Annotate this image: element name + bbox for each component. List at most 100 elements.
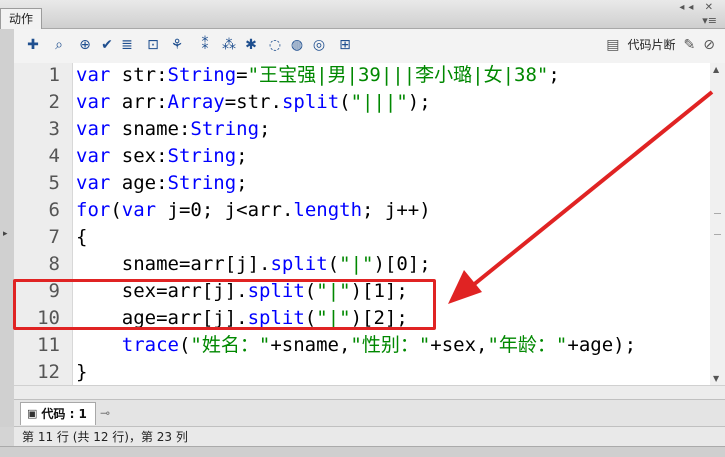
magic-wand-icon[interactable]: ✎ xyxy=(684,37,696,53)
tab-code-1-label: 代码 : 1 xyxy=(41,407,87,421)
find-icon[interactable]: ⌕ xyxy=(50,36,68,54)
debug-icon[interactable]: ⚘ xyxy=(168,36,186,54)
code-token: =str. xyxy=(224,91,282,113)
code-token: } xyxy=(76,361,88,383)
code-token: split xyxy=(270,253,328,275)
code-token: )[0]; xyxy=(373,253,431,275)
code-token: var xyxy=(76,145,111,167)
code-editor[interactable]: 1 2 3 4 5 6 7 8 9 10 11 12 var str:String="王宝强|男|39… xyxy=(14,63,711,385)
code-line[interactable]: for(var j=0; j<arr.length; j++) xyxy=(76,197,431,224)
code-token: +age); xyxy=(567,334,637,356)
snippets-area: ▤ 代码片断 ✎ ⊘ xyxy=(606,36,715,53)
script-tabs-bar: ▣ 代码 : 1 ⊸ xyxy=(14,399,725,426)
comment-line-icon[interactable]: ◍ xyxy=(288,36,306,54)
line-number: 2 xyxy=(48,91,60,113)
code-token: var xyxy=(76,91,111,113)
add-statement-icon[interactable]: ✚ xyxy=(24,36,42,54)
toolbox-collapse-strip[interactable]: ▸ xyxy=(0,29,15,427)
uncomment-icon[interactable]: ◎ xyxy=(310,36,328,54)
code-token: +sname, xyxy=(270,334,351,356)
code-token: Array xyxy=(167,91,225,113)
code-token: sname=arr[j]. xyxy=(76,253,271,275)
code-token: "王宝强|男|39|||李小璐|女|38" xyxy=(247,64,549,86)
code-token: var xyxy=(121,199,157,221)
panel-tab-actions[interactable]: 动作 xyxy=(0,8,43,29)
code-token: str: xyxy=(110,64,168,86)
collapse-braces-icon[interactable]: ⁑ xyxy=(196,36,214,54)
panel-title-bar: 动作 ◂◂ ✕ ▾≡ xyxy=(0,0,725,29)
scroll-grip[interactable] xyxy=(714,213,721,235)
line-number: 1 xyxy=(48,64,60,86)
code-token: "年龄：" xyxy=(487,334,568,356)
line-number-gutter: 1 2 3 4 5 6 7 8 9 10 11 12 xyxy=(14,63,73,385)
line-number: 3 xyxy=(48,118,60,140)
code-snippets-button[interactable]: 代码片断 xyxy=(628,36,676,53)
code-token: String xyxy=(167,145,237,167)
code-token: j=0; j<arr. xyxy=(156,199,294,221)
code-token: var xyxy=(76,118,111,140)
code-token: ; xyxy=(236,145,248,167)
pin-script-icon[interactable]: ⊸ xyxy=(100,406,110,420)
code-line[interactable]: var age:String; xyxy=(76,170,248,197)
code-token: trace xyxy=(121,334,179,356)
code-token: ( xyxy=(327,253,340,275)
code-token: ; xyxy=(548,64,560,86)
code-token: ( xyxy=(178,334,191,356)
code-token: ; j++) xyxy=(362,199,431,221)
collapse-selection-icon[interactable]: ⁂ xyxy=(220,36,238,54)
code-token: arr: xyxy=(110,91,168,113)
line-number: 5 xyxy=(48,172,60,194)
check-syntax-icon[interactable]: ✔ xyxy=(98,36,116,54)
code-token: age: xyxy=(110,172,168,194)
code-token: sname: xyxy=(110,118,191,140)
expand-arrow-icon[interactable]: ▸ xyxy=(3,229,8,239)
code-token: var xyxy=(76,64,111,86)
comment-block-icon[interactable]: ◌ xyxy=(266,36,284,54)
code-token: "性别：" xyxy=(350,334,431,356)
help-icon[interactable]: ⊘ xyxy=(703,37,715,53)
code-token: sex: xyxy=(110,145,168,167)
tab-code-1[interactable]: ▣ 代码 : 1 xyxy=(20,402,96,425)
code-line[interactable]: var str:String="王宝强|男|39|||李小璐|女|38"; xyxy=(76,63,560,89)
line-number: 7 xyxy=(48,226,60,248)
code-token: "姓名：" xyxy=(190,334,271,356)
horizontal-scrollbar[interactable] xyxy=(14,385,725,400)
code-snippets-icon[interactable]: ▤ xyxy=(606,37,619,53)
code-line[interactable]: { xyxy=(76,224,87,251)
code-token: "|||" xyxy=(350,91,408,113)
line-number: 4 xyxy=(48,145,60,167)
code-token: "|" xyxy=(339,253,374,275)
line-number: 12 xyxy=(37,361,60,383)
code-line[interactable]: trace("姓名："+sname,"性别："+sex,"年龄："+age); xyxy=(76,332,636,359)
panel-bottom-edge xyxy=(0,446,725,457)
code-line[interactable]: var arr:Array=str.split("|||"); xyxy=(76,89,431,116)
code-token: split xyxy=(281,91,340,113)
line-number: 8 xyxy=(48,253,60,275)
target-icon[interactable]: ⊕ xyxy=(76,36,94,54)
code-token: ); xyxy=(407,91,431,113)
show-toolbox-icon[interactable]: ⊞ xyxy=(336,36,354,54)
code-line[interactable]: var sex:String; xyxy=(76,143,248,170)
auto-format-icon[interactable]: ≣ xyxy=(118,36,136,54)
code-token: ( xyxy=(339,91,351,113)
panel-menu-icon[interactable]: ▾≡ xyxy=(702,14,717,27)
code-token: String xyxy=(167,64,237,86)
expand-all-icon[interactable]: ✱ xyxy=(242,36,260,54)
scroll-down-icon[interactable]: ▼ xyxy=(713,374,719,383)
code-token: { xyxy=(76,226,88,248)
code-token: var xyxy=(76,172,111,194)
vertical-scrollbar[interactable]: ▲ ▼ xyxy=(710,63,725,385)
code-line[interactable]: } xyxy=(76,359,87,385)
code-token: ( xyxy=(110,199,122,221)
code-hint-icon[interactable]: ⊡ xyxy=(144,36,162,54)
code-token: String xyxy=(190,118,260,140)
actions-toolbar: ✚ ⌕ ⊕ ✔ ≣ ⊡ ⚘ ⁑ ⁂ ✱ ◌ ◍ ◎ ⊞ ▤ 代码片断 ✎ ⊘ xyxy=(14,29,725,64)
code-token: for xyxy=(76,199,111,221)
line-number: 11 xyxy=(37,334,60,356)
code-line[interactable]: sname=arr[j].split("|")[0]; xyxy=(76,251,431,278)
scroll-up-icon[interactable]: ▲ xyxy=(713,65,719,74)
window-controls[interactable]: ◂◂ ✕ xyxy=(679,2,717,13)
code-line[interactable]: var sname:String; xyxy=(76,116,271,143)
code-token: String xyxy=(167,172,237,194)
